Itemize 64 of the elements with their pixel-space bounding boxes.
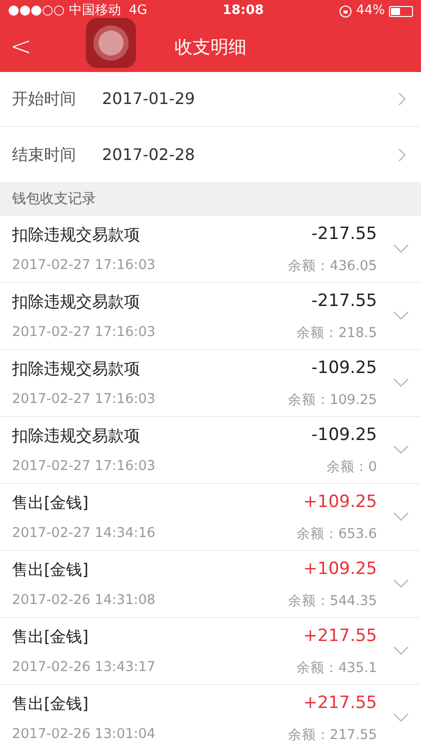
rotation-lock-icon: [339, 4, 352, 18]
chevron-down-icon: [393, 512, 409, 522]
record-title: 售出[金钱]: [12, 492, 90, 514]
record-amount: -217.55: [311, 223, 377, 246]
record-balance: 余额：435.1: [296, 658, 377, 678]
record-time: 2017-02-27 17:16:03: [12, 256, 156, 275]
chevron-down-icon: [393, 713, 409, 723]
battery-percent: 44%: [356, 2, 386, 20]
record-amount: +109.25: [303, 491, 377, 514]
record-time: 2017-02-26 13:43:17: [12, 658, 156, 677]
record-balance: 余额：436.05: [288, 256, 377, 276]
record-row[interactable]: 扣除违规交易款项 2017-02-27 17:16:03 -109.25 余额：109.25: [0, 350, 421, 417]
record-title: 扣除违规交易款项: [12, 224, 141, 246]
record-balance: 余额：0: [326, 458, 377, 477]
record-time: 2017-02-26 14:31:08: [12, 590, 156, 610]
record-time: 2017-02-27 14:34:16: [12, 524, 156, 543]
date-value: 2017-01-29: [102, 88, 196, 110]
record-title: 售出[金钱]: [12, 558, 90, 581]
chevron-down-icon: [393, 311, 409, 321]
record-balance: 余额：218.5: [296, 324, 377, 343]
record-row[interactable]: 扣除违规交易款项 2017-02-27 17:16:03 -109.25 余额：0: [0, 417, 421, 484]
filter-label: 开始时间: [12, 88, 77, 110]
record-balance: 余额：217.55: [288, 726, 377, 745]
assistive-touch-button[interactable]: [86, 18, 136, 68]
back-button[interactable]: <: [0, 34, 42, 60]
chevron-down-icon: [393, 244, 409, 254]
record-title: 扣除违规交易款项: [12, 424, 141, 447]
record-time: 2017-02-26 13:01:04: [12, 724, 156, 744]
record-title: 扣除违规交易款项: [12, 290, 141, 313]
page-title: 收支明细: [174, 36, 246, 60]
record-row[interactable]: 扣除违规交易款项 2017-02-27 17:16:03 -217.55 余额：436.05: [0, 216, 421, 283]
chevron-down-icon: [393, 378, 409, 388]
chevron-down-icon: [393, 445, 409, 455]
record-row[interactable]: 售出[金钱] 2017-02-26 13:01:04 +217.55 余额：217.55: [0, 685, 421, 750]
record-time: 2017-02-27 17:16:03: [12, 322, 156, 342]
record-row[interactable]: 售出[金钱] 2017-02-26 14:31:08 +109.25 余额：544.35: [0, 551, 421, 618]
record-time: 2017-02-27 17:16:03: [12, 456, 156, 476]
record-amount: -217.55: [311, 290, 377, 314]
record-row[interactable]: 售出[金钱] 2017-02-26 13:43:17 +217.55 余额：435.1: [0, 618, 421, 685]
record-amount: +217.55: [303, 625, 377, 648]
record-balance: 余额：544.35: [288, 592, 377, 611]
filter-label: 结束时间: [12, 144, 77, 166]
chevron-down-icon: [393, 646, 409, 656]
date-value: 2017-02-28: [102, 144, 196, 166]
record-balance: 余额：653.6: [296, 524, 377, 544]
record-balance: 余额：109.25: [288, 390, 377, 410]
record-amount: -109.25: [311, 424, 377, 448]
record-row[interactable]: 售出[金钱] 2017-02-27 14:34:16 +109.25 余额：653.6: [0, 484, 421, 551]
date-filter-row[interactable]: 结束时间 2017-02-28: [0, 127, 421, 182]
record-title: 售出[金钱]: [12, 692, 90, 715]
date-filter-row[interactable]: 开始时间 2017-01-29: [0, 72, 421, 127]
battery-icon: [389, 6, 414, 16]
record-title: 售出[金钱]: [12, 626, 90, 648]
record-amount: +109.25: [303, 558, 377, 582]
section-header: 钱包收支记录: [11, 190, 97, 208]
status-time: 18:08: [222, 2, 264, 20]
record-amount: +217.55: [303, 692, 377, 716]
record-title: 扣除违规交易款项: [12, 358, 141, 380]
carrier-label: ●●●○○ 中国移动: [8, 2, 121, 20]
chevron-down-icon: [393, 579, 409, 589]
record-time: 2017-02-27 17:16:03: [12, 390, 156, 409]
record-amount: -109.25: [311, 357, 377, 380]
record-row[interactable]: 扣除违规交易款项 2017-02-27 17:16:03 -217.55 余额：218.5: [0, 283, 421, 350]
network-label: 4G: [128, 2, 148, 20]
